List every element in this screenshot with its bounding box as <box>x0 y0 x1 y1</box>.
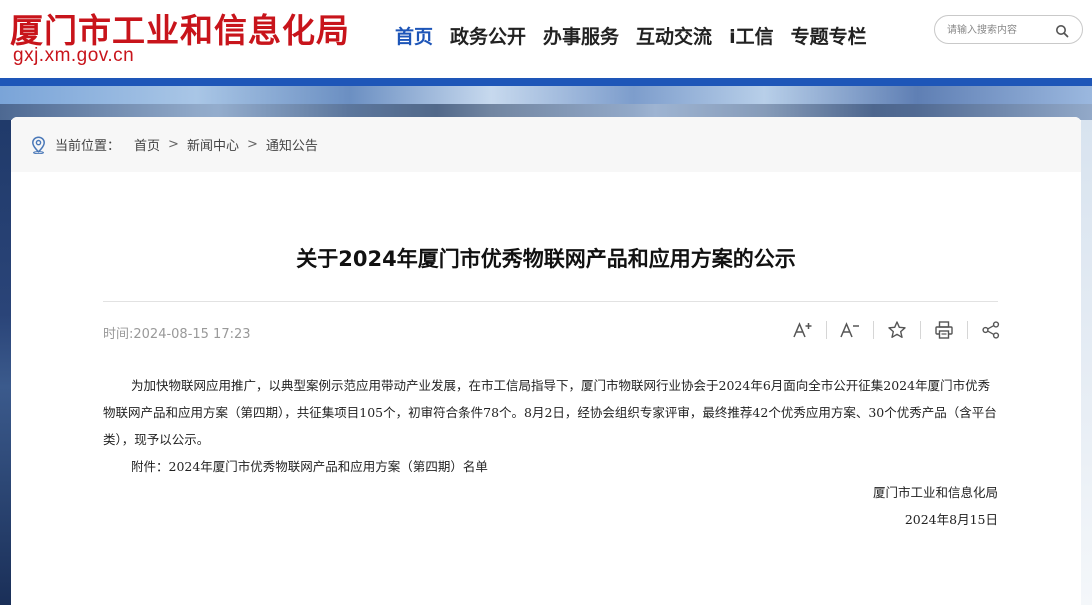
toolbar-divider <box>920 321 921 339</box>
article-toolbar <box>791 318 1003 342</box>
content-panel: 当前位置： 首页 > 新闻中心 > 通知公告 关于2024年厦门市优秀物联网产品… <box>11 117 1081 605</box>
background-right-strip <box>1081 120 1092 605</box>
share-icon[interactable] <box>979 318 1003 342</box>
star-icon[interactable] <box>885 318 909 342</box>
breadcrumb-item-news[interactable]: 新闻中心 <box>187 135 239 154</box>
toolbar-divider <box>826 321 827 339</box>
print-icon[interactable] <box>932 318 956 342</box>
article-title: 关于2024年厦门市优秀物联网产品和应用方案的公示 <box>296 247 796 271</box>
signature-org: 厦门市工业和信息化局 <box>872 485 998 500</box>
toolbar-divider <box>873 321 874 339</box>
title-divider <box>103 301 998 302</box>
breadcrumb-label: 当前位置： <box>55 139 121 154</box>
publish-time: 时间:2024-08-15 17:23 <box>103 327 251 342</box>
breadcrumb-item-home[interactable]: 首页 <box>134 135 160 154</box>
nav-item-home[interactable]: 首页 <box>395 22 433 49</box>
header-banner <box>0 78 1092 120</box>
nav-item-gov-affairs[interactable]: 政务公开 <box>450 22 526 49</box>
nav-item-topics[interactable]: 专题专栏 <box>791 22 867 49</box>
breadcrumb: 当前位置： 首页 > 新闻中心 > 通知公告 <box>31 135 318 154</box>
nav-item-i-gongxin[interactable]: i工信 <box>729 22 774 49</box>
breadcrumb-item-notices[interactable]: 通知公告 <box>266 135 318 154</box>
search-icon[interactable] <box>1055 23 1069 38</box>
signature-date: 2024年8月15日 <box>904 512 998 527</box>
search-box[interactable] <box>934 15 1083 44</box>
attachment-line[interactable]: 附件：2024年厦门市优秀物联网产品和应用方案（第四期）名单 <box>103 453 1000 480</box>
nav-item-services[interactable]: 办事服务 <box>543 22 619 49</box>
site-header: 厦门市工业和信息化局 gxj.xm.gov.cn 首页 政务公开 办事服务 互动… <box>0 0 1092 78</box>
nav-item-interaction[interactable]: 互动交流 <box>636 22 712 49</box>
article-paragraph: 为加快物联网应用推广，以典型案例示范应用带动产业发展，在市工信局指导下，厦门市物… <box>103 378 997 447</box>
breadcrumb-bar: 当前位置： 首页 > 新闻中心 > 通知公告 <box>11 117 1081 172</box>
location-pin-icon <box>31 135 46 154</box>
article-body: 为加快物联网应用推广，以典型案例示范应用带动产业发展，在市工信局指导下，厦门市物… <box>103 372 1000 480</box>
breadcrumb-separator: > <box>168 137 179 152</box>
font-increase-icon[interactable] <box>791 318 815 342</box>
site-domain: gxj.xm.gov.cn <box>13 45 135 66</box>
background-left-strip <box>0 120 11 605</box>
toolbar-divider <box>967 321 968 339</box>
main-nav: 首页 政务公开 办事服务 互动交流 i工信 专题专栏 <box>395 22 884 49</box>
font-decrease-icon[interactable] <box>838 318 862 342</box>
search-input[interactable] <box>947 22 1052 38</box>
article-signature: 厦门市工业和信息化局 2024年8月15日 <box>103 479 998 533</box>
breadcrumb-separator: > <box>246 137 258 152</box>
